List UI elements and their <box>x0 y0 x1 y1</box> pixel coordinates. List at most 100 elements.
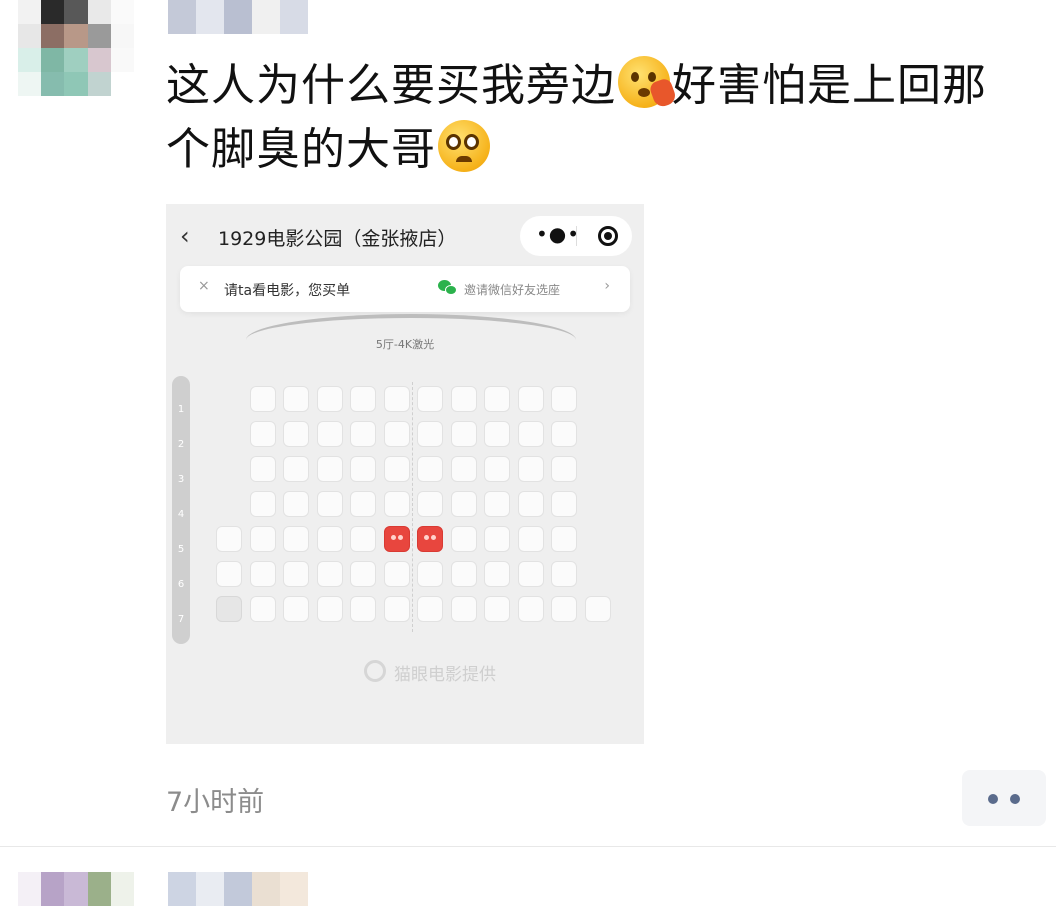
seat[interactable] <box>417 456 443 482</box>
close-icon[interactable]: × <box>198 278 210 294</box>
seat[interactable] <box>316 596 343 622</box>
seat[interactable] <box>383 491 410 517</box>
seat[interactable] <box>484 386 510 412</box>
center-line <box>412 382 413 632</box>
seat[interactable] <box>551 456 577 482</box>
capsule-divider <box>576 226 577 246</box>
seat[interactable] <box>316 386 343 412</box>
avatar[interactable] <box>18 872 135 906</box>
seat[interactable] <box>417 491 443 517</box>
seat[interactable] <box>350 456 376 482</box>
seat[interactable] <box>316 561 343 587</box>
invite-friends-link[interactable]: 邀请微信好友选座 <box>464 281 560 298</box>
seat[interactable] <box>417 561 443 587</box>
more-dots-icon <box>988 794 998 804</box>
seat[interactable] <box>484 561 510 587</box>
seat[interactable] <box>249 561 276 587</box>
seat[interactable] <box>551 491 577 517</box>
seat[interactable] <box>383 421 410 447</box>
seat[interactable] <box>450 386 477 412</box>
seat[interactable] <box>249 421 276 447</box>
face-with-hand-over-mouth-icon <box>618 56 678 109</box>
seat[interactable] <box>350 491 376 517</box>
username-blurred[interactable] <box>168 0 308 34</box>
seat[interactable] <box>551 596 577 622</box>
seat[interactable] <box>551 421 577 447</box>
seat[interactable] <box>283 561 309 587</box>
seat[interactable] <box>551 561 577 587</box>
seat-sold <box>383 526 410 552</box>
seat[interactable] <box>417 421 443 447</box>
seat[interactable] <box>551 526 577 552</box>
seat[interactable] <box>216 526 242 552</box>
seat[interactable] <box>450 491 477 517</box>
seat[interactable] <box>584 596 611 622</box>
seat[interactable] <box>517 491 544 517</box>
seat[interactable] <box>383 561 410 587</box>
seat[interactable] <box>517 526 544 552</box>
seat[interactable] <box>450 561 477 587</box>
post-text: 这人为什么要买我旁边 好害怕是上回那 个脚臭的大哥 <box>166 54 1046 182</box>
seat[interactable] <box>484 596 510 622</box>
seat[interactable] <box>249 456 276 482</box>
seat[interactable] <box>283 491 309 517</box>
row-number-label: 6 <box>177 579 185 590</box>
close-target-icon[interactable] <box>598 226 618 246</box>
seat[interactable] <box>484 526 510 552</box>
more-icon[interactable]: •●• <box>536 222 580 246</box>
divider <box>0 846 1056 847</box>
row-number-label: 1 <box>177 404 185 415</box>
seat[interactable] <box>551 386 577 412</box>
seat[interactable] <box>249 526 276 552</box>
seat[interactable] <box>383 456 410 482</box>
hall-name: 5厅-4K激光 <box>375 338 435 351</box>
avatar[interactable] <box>18 0 134 96</box>
mini-program-header: ‹ 1929电影公园（金张掖店） •●• <box>166 214 644 258</box>
seat[interactable] <box>350 561 376 587</box>
seat[interactable] <box>283 456 309 482</box>
maoyan-logo-icon <box>364 660 386 682</box>
invite-banner[interactable]: × 请ta看电影，您买单 邀请微信好友选座 › <box>180 266 630 312</box>
username-blurred[interactable] <box>168 872 308 906</box>
post-text-part1: 这人为什么要买我旁边 <box>166 60 616 111</box>
seat-map-screenshot[interactable]: ‹ 1929电影公园（金张掖店） •●• × 请ta看电影，您买单 邀请微信好友… <box>166 204 644 744</box>
capsule-menu[interactable]: •●• <box>520 216 632 256</box>
seat[interactable] <box>283 386 309 412</box>
seat[interactable] <box>316 491 343 517</box>
more-actions-button[interactable] <box>962 770 1046 826</box>
seat[interactable] <box>517 456 544 482</box>
chevron-right-icon[interactable]: › <box>604 278 610 294</box>
more-dots-icon <box>1010 794 1020 804</box>
seat[interactable] <box>283 526 309 552</box>
seat[interactable] <box>484 421 510 447</box>
seat[interactable] <box>249 491 276 517</box>
seat[interactable] <box>249 596 276 622</box>
seat[interactable] <box>517 561 544 587</box>
seat[interactable] <box>283 596 309 622</box>
seat[interactable] <box>283 421 309 447</box>
seat[interactable] <box>350 421 376 447</box>
seat[interactable] <box>350 596 376 622</box>
seat[interactable] <box>450 526 477 552</box>
seat[interactable] <box>450 596 477 622</box>
seat[interactable] <box>316 456 343 482</box>
seat[interactable] <box>484 491 510 517</box>
seat[interactable] <box>517 596 544 622</box>
seat <box>216 596 242 622</box>
seat[interactable] <box>450 421 477 447</box>
seat[interactable] <box>383 596 410 622</box>
seat[interactable] <box>316 526 343 552</box>
seat[interactable] <box>484 456 510 482</box>
seat[interactable] <box>517 386 544 412</box>
seat[interactable] <box>517 421 544 447</box>
seat[interactable] <box>417 596 443 622</box>
seat[interactable] <box>316 421 343 447</box>
seat[interactable] <box>216 561 242 587</box>
seat[interactable] <box>350 526 376 552</box>
seat[interactable] <box>249 386 276 412</box>
seat[interactable] <box>383 386 410 412</box>
seat[interactable] <box>350 386 376 412</box>
seat[interactable] <box>417 386 443 412</box>
chevron-left-icon[interactable]: ‹ <box>180 222 190 250</box>
seat[interactable] <box>450 456 477 482</box>
